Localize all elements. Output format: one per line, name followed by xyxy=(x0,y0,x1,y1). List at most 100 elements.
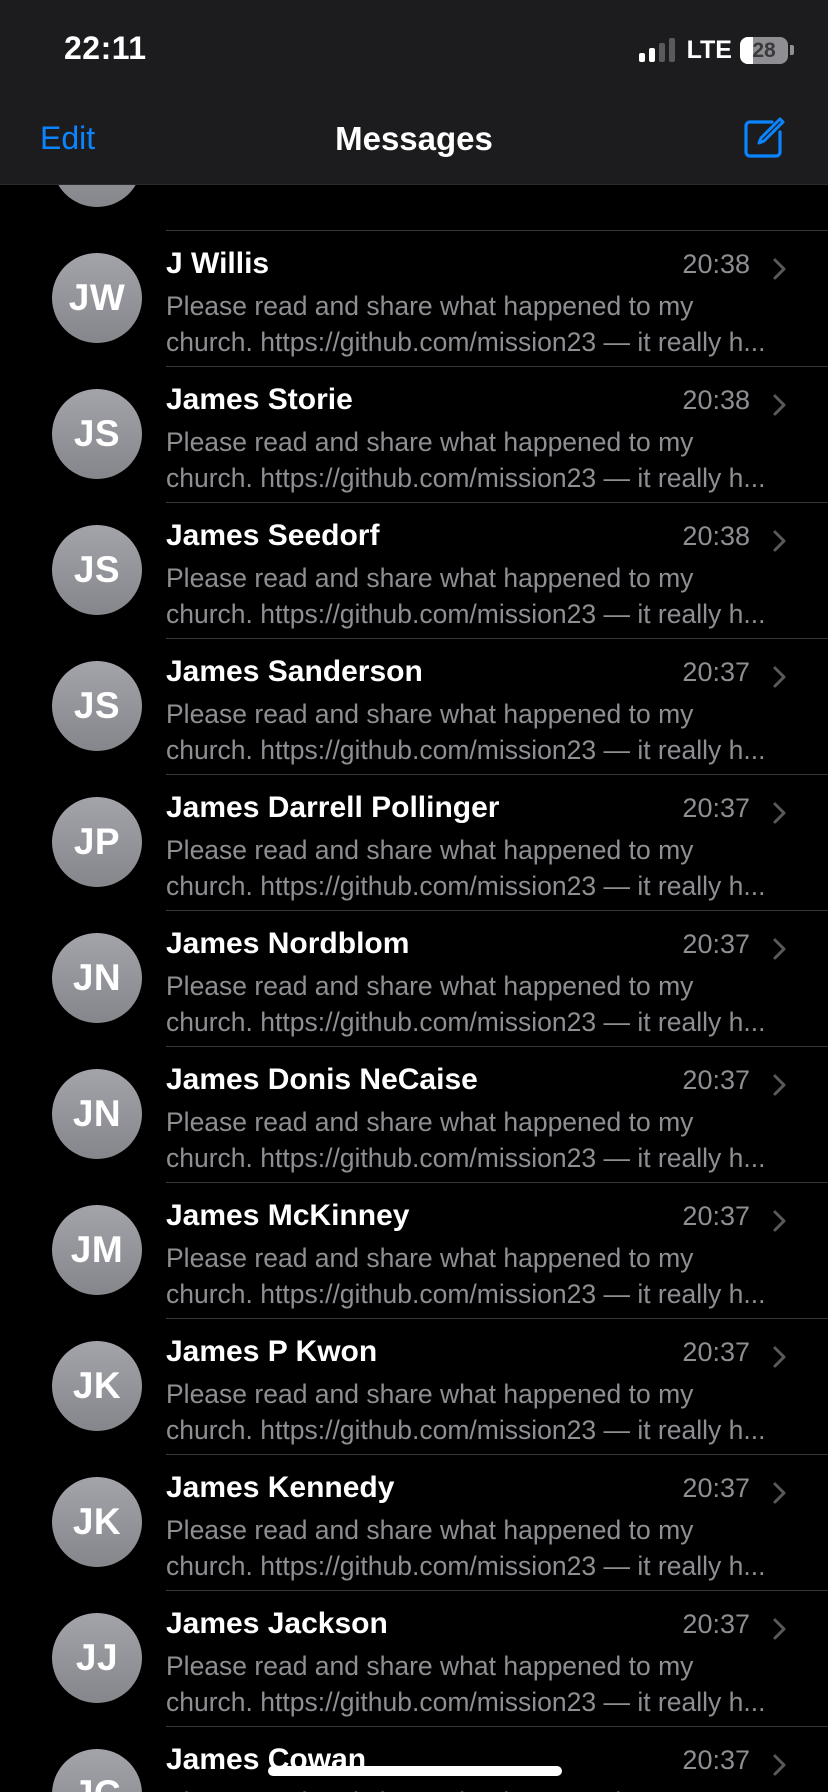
conversation-list[interactable]: church. https://github.com/mission23 — i… xyxy=(0,95,828,1792)
message-time: 20:37 xyxy=(682,1337,750,1367)
conversation-row[interactable]: JS James Sanderson 20:37 Please read and sh… xyxy=(0,639,828,775)
signal-bar xyxy=(638,53,645,62)
preview-line: Please read and share what happened to m… xyxy=(166,1107,694,1137)
preview-line: Please read and share what happened to m… xyxy=(166,1515,694,1545)
chevron-right-icon xyxy=(773,938,786,960)
avatar: JC xyxy=(52,1749,142,1792)
message-preview: Please read and share what happened to m… xyxy=(166,1784,786,1792)
conversation-row[interactable]: JM James McKinney 20:37 Please read and sha… xyxy=(0,1183,828,1319)
message-preview: Please read and share what happened to m… xyxy=(166,832,786,904)
message-time: 20:38 xyxy=(682,249,750,279)
message-preview: Please read and share what happened to m… xyxy=(166,1512,786,1584)
avatar: JK xyxy=(52,1477,142,1567)
conversation-row[interactable]: JS James Seedorf 20:38 Please read and shar… xyxy=(0,503,828,639)
status-indicators: LTE 28 xyxy=(638,35,794,64)
preview-line: Please read and share what happened to m… xyxy=(166,699,694,729)
contact-name: James Jackson xyxy=(166,1607,388,1640)
message-preview: Please read and share what happened to m… xyxy=(166,968,786,1040)
chevron-right-icon xyxy=(773,1618,786,1640)
signal-bar xyxy=(648,48,655,62)
conversation-row[interactable]: JK James P Kwon 20:37 Please read and share… xyxy=(0,1319,828,1455)
preview-line: Please read and share what happened to m… xyxy=(166,427,694,457)
avatar: JW xyxy=(52,253,142,343)
top-bar: 22:11 LTE 28 Edit Messages xyxy=(0,0,828,185)
chevron-right-icon xyxy=(773,1210,786,1232)
network-type: LTE xyxy=(686,35,732,64)
message-preview: Please read and share what happened to m… xyxy=(166,1376,786,1448)
conversation-row[interactable]: JN James Donis NeCaise 20:37 Please read an… xyxy=(0,1047,828,1183)
avatar: JN xyxy=(52,1069,142,1159)
avatar: JK xyxy=(52,1341,142,1431)
conversation-row[interactable]: JS James Storie 20:38 Please read and share… xyxy=(0,367,828,503)
contact-name: James Kennedy xyxy=(166,1471,395,1504)
chevron-right-icon xyxy=(773,1754,786,1776)
preview-line: Please read and share what happened to m… xyxy=(166,1379,694,1409)
status-bar: 22:11 LTE 28 xyxy=(0,0,828,100)
page-title: Messages xyxy=(335,120,493,157)
preview-line: church. https://github.com/mission23 — i… xyxy=(166,1687,766,1717)
preview-line: Please read and share what happened to m… xyxy=(166,835,694,865)
battery-icon: 28 xyxy=(740,36,788,64)
preview-line: Please read and share what happened to m… xyxy=(166,291,694,321)
contact-name: James Storie xyxy=(166,383,353,416)
message-time: 20:38 xyxy=(682,521,750,551)
chevron-right-icon xyxy=(773,666,786,688)
contact-name: James Nordblom xyxy=(166,927,410,960)
conversation-row[interactable]: JN James Nordblom 20:37 Please read and sha… xyxy=(0,911,828,1047)
message-preview: Please read and share what happened to m… xyxy=(166,1240,786,1312)
conversation-row[interactable]: JK James Kennedy 20:37 Please read and shar… xyxy=(0,1455,828,1591)
message-preview: Please read and share what happened to m… xyxy=(166,560,786,632)
chevron-right-icon xyxy=(773,258,786,280)
conversation-row[interactable]: JJ James Jackson 20:37 Please read and shar… xyxy=(0,1591,828,1727)
avatar: JJ xyxy=(52,1613,142,1703)
preview-line: church. https://github.com/mission23 — i… xyxy=(166,1007,766,1037)
message-time: 20:37 xyxy=(682,657,750,687)
message-time: 20:37 xyxy=(682,929,750,959)
preview-line: Please read and share what happened to m… xyxy=(166,563,694,593)
message-time: 20:38 xyxy=(682,385,750,415)
contact-name: James Donis NeCaise xyxy=(166,1063,478,1096)
cellular-signal-icon xyxy=(638,38,675,62)
preview-line: church. https://github.com/mission23 — i… xyxy=(166,1551,766,1581)
avatar: JM xyxy=(52,1205,142,1295)
conversation-row[interactable]: JCJames Cowan20:37Please read and share … xyxy=(0,1727,828,1792)
preview-line: church. https://github.com/mission23 — i… xyxy=(166,871,766,901)
preview-line: church. https://github.com/mission23 — i… xyxy=(166,1415,766,1445)
preview-line: Please read and share what happened to m… xyxy=(166,1243,694,1273)
status-time: 22:11 xyxy=(64,30,147,66)
preview-line: church. https://github.com/mission23 — i… xyxy=(166,327,766,357)
preview-line: church. https://github.com/mission23 — i… xyxy=(166,599,766,629)
avatar: JS xyxy=(52,661,142,751)
preview-line: Please read and share what happened to m… xyxy=(166,1784,786,1792)
message-preview: Please read and share what happened to m… xyxy=(166,696,786,768)
home-indicator[interactable] xyxy=(268,1766,562,1776)
avatar: JP xyxy=(52,797,142,887)
contact-name: James Seedorf xyxy=(166,519,380,552)
message-preview: Please read and share what happened to m… xyxy=(166,288,786,360)
chevron-right-icon xyxy=(773,802,786,824)
chevron-right-icon xyxy=(773,530,786,552)
message-time: 20:37 xyxy=(682,1609,750,1639)
message-preview: Please read and share what happened to m… xyxy=(166,1648,786,1720)
contact-name: James McKinney xyxy=(166,1199,410,1232)
conversation-row[interactable]: JP James Darrell Pollinger 20:37 Please rea… xyxy=(0,775,828,911)
preview-line: church. https://github.com/mission23 — i… xyxy=(166,735,766,765)
preview-line: Please read and share what happened to m… xyxy=(166,1651,694,1681)
message-time: 20:37 xyxy=(682,793,750,823)
signal-bar xyxy=(658,43,665,62)
conversation-row[interactable]: JW J Willis 20:38 Please read and share wha… xyxy=(0,231,828,367)
signal-bar xyxy=(668,38,675,62)
battery-nub xyxy=(790,45,794,55)
navigation-bar: Edit Messages xyxy=(0,100,828,184)
message-preview: Please read and share what happened to m… xyxy=(166,424,786,496)
message-time: 20:37 xyxy=(682,1745,750,1775)
compose-icon[interactable] xyxy=(742,116,786,160)
contact-name: James P Kwon xyxy=(166,1335,378,1368)
avatar: JN xyxy=(52,933,142,1023)
chevron-right-icon xyxy=(773,1074,786,1096)
contact-name: James Sanderson xyxy=(166,655,423,688)
message-preview: Please read and share what happened to m… xyxy=(166,1104,786,1176)
preview-line: church. https://github.com/mission23 — i… xyxy=(166,1143,766,1173)
chevron-right-icon xyxy=(773,1346,786,1368)
messages-screen: church. https://github.com/mission23 — i… xyxy=(0,0,828,1792)
